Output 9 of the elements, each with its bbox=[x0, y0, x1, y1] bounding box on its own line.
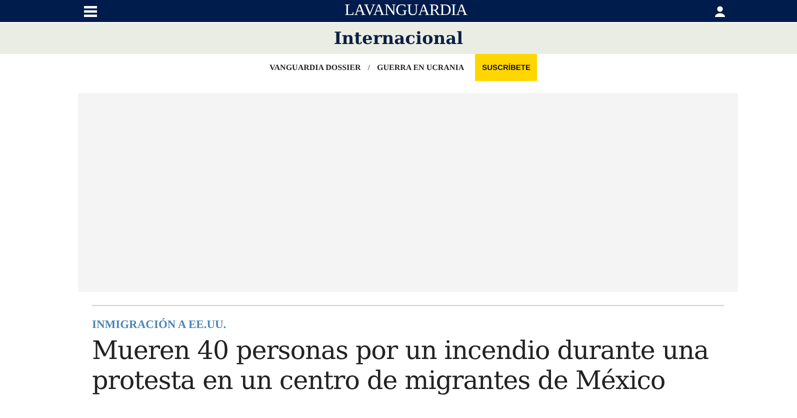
article-headline[interactable]: Mueren 40 personas por un incendio durante una protesta en un centro de migrantes de México bbox=[92, 336, 724, 396]
nav-link[interactable]: VANGUARDIA DOSSIER bbox=[270, 63, 361, 72]
section-title: Internacional bbox=[334, 28, 464, 48]
user-icon[interactable] bbox=[714, 6, 725, 16]
separator: / bbox=[368, 63, 370, 72]
menu-icon[interactable] bbox=[84, 6, 97, 16]
site-logo[interactable]: LA VANGUARDIA bbox=[344, 2, 468, 20]
nav-link[interactable]: GUERRA EN UCRANIA bbox=[376, 63, 464, 72]
article-kicker[interactable]: INMIGRACIÓN A EE.UU. bbox=[92, 319, 724, 331]
